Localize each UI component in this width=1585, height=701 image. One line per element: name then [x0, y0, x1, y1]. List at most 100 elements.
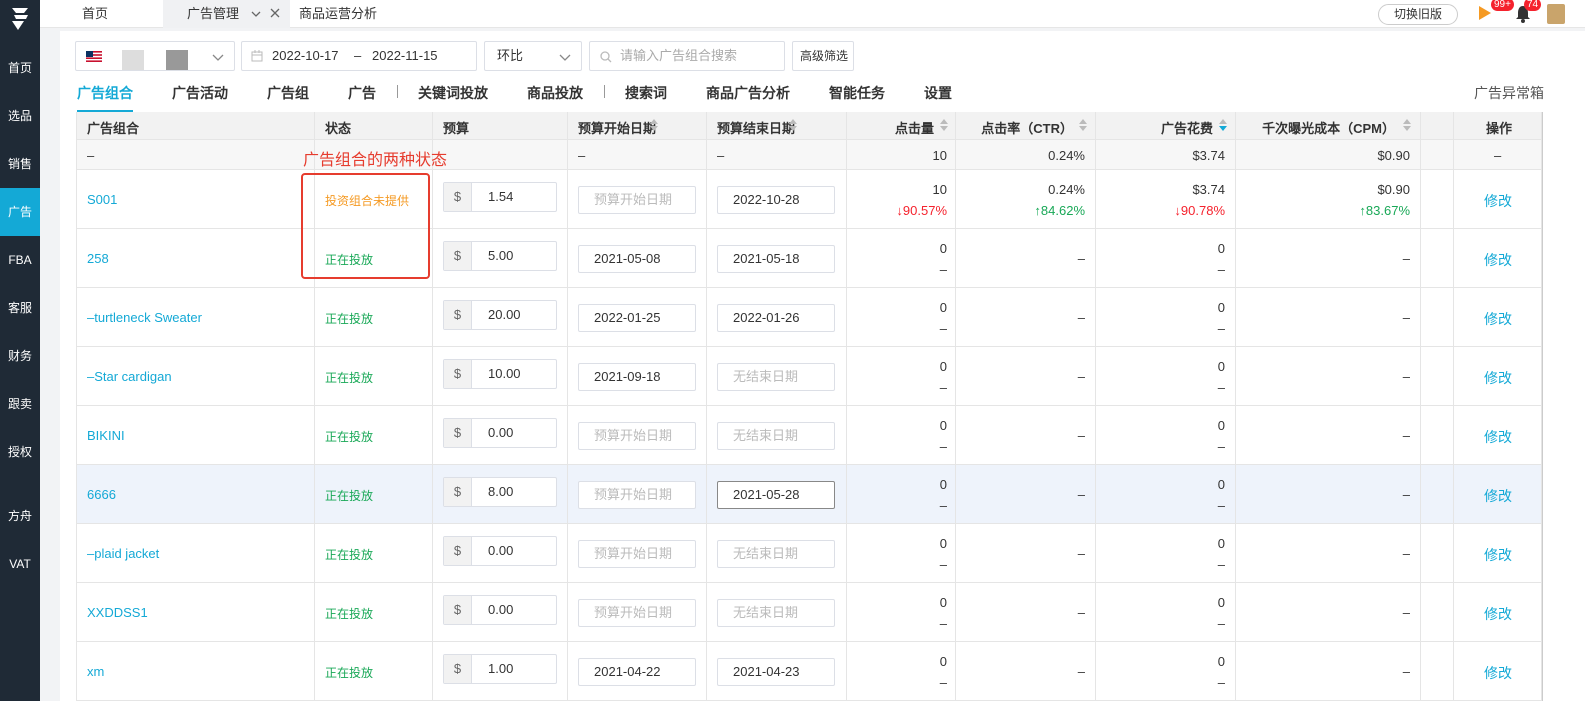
- budget-start-date-input[interactable]: 预算开始日期: [578, 481, 696, 509]
- currency-prefix: $: [444, 478, 472, 506]
- sidebar-item-ark[interactable]: 方舟: [0, 492, 40, 540]
- portfolio-name-link[interactable]: –plaid jacket: [87, 546, 159, 561]
- sort-ctr[interactable]: 点击率（CTR）: [956, 112, 1096, 139]
- budget-value: 8.00: [488, 484, 514, 499]
- budget-start-date-input[interactable]: 预算开始日期: [578, 540, 696, 568]
- portfolio-name-link[interactable]: xm: [87, 664, 104, 679]
- sidebar-item-customer-service[interactable]: 客服: [0, 284, 40, 332]
- budget-input[interactable]: $1.00: [443, 654, 557, 684]
- budget-input[interactable]: $0.00: [443, 595, 557, 625]
- clicks-compare: –: [939, 321, 947, 336]
- budget-input[interactable]: $20.00: [443, 300, 557, 330]
- subtab-ad-group[interactable]: 广告组: [267, 82, 309, 104]
- sidebar-item-hijack[interactable]: 跟卖: [0, 380, 40, 428]
- sort-cpm[interactable]: 千次曝光成本（CPM）: [1236, 112, 1421, 139]
- edit-button[interactable]: 修改: [1484, 663, 1512, 683]
- portfolio-name-link[interactable]: XXDDSS1: [87, 605, 148, 620]
- sort-end-date[interactable]: 预算结束日期: [707, 112, 847, 139]
- edit-button[interactable]: 修改: [1484, 368, 1512, 388]
- subtab-campaign[interactable]: 广告活动: [172, 82, 228, 104]
- sidebar-item-product-selection[interactable]: 选品: [0, 92, 40, 140]
- table-row: 258 正在投放 $5.00 2021-05-08 2021-05-18 0– –0– – 修改: [77, 229, 1542, 288]
- summary-end: –: [717, 148, 725, 163]
- date-range-picker[interactable]: 2022-10-17 – 2022-11-15: [241, 41, 477, 71]
- sort-start-date[interactable]: 预算开始日期: [568, 112, 707, 139]
- sidebar-item-vat[interactable]: VAT: [0, 540, 40, 588]
- sort-clicks[interactable]: 点击量: [847, 112, 956, 139]
- sidebar-item-finance[interactable]: 财务: [0, 332, 40, 380]
- portfolio-name-link[interactable]: BIKINI: [87, 428, 125, 443]
- edit-button[interactable]: 修改: [1484, 250, 1512, 270]
- divider: [397, 85, 398, 98]
- currency-prefix: $: [444, 360, 472, 388]
- budget-end-date-input[interactable]: 2021-05-28: [717, 481, 835, 509]
- clicks-value: 0: [939, 359, 947, 374]
- edit-button[interactable]: 修改: [1484, 191, 1512, 211]
- budget-start-date-input[interactable]: 2021-09-18: [578, 363, 696, 391]
- budget-input[interactable]: $10.00: [443, 359, 557, 389]
- edit-button[interactable]: 修改: [1484, 486, 1512, 506]
- sidebar-item-ads[interactable]: 广告: [0, 188, 40, 236]
- app-logo-icon[interactable]: [6, 4, 34, 32]
- subtab-ad[interactable]: 广告: [348, 82, 376, 104]
- close-icon[interactable]: [270, 8, 280, 18]
- portfolio-name-link[interactable]: –Star cardigan: [87, 369, 172, 384]
- budget-input[interactable]: $5.00: [443, 241, 557, 271]
- currency-prefix: $: [444, 301, 472, 329]
- cpm-value: –: [1402, 546, 1410, 561]
- subtab-portfolio[interactable]: 广告组合: [77, 82, 133, 104]
- budget-end-date-input[interactable]: 2022-01-26: [717, 304, 835, 332]
- table-row: XXDDSS1 正在投放 $0.00 预算开始日期 无结束日期 0 – – 0 – – 修改: [77, 583, 1542, 642]
- budget-end-date-input[interactable]: 2022-10-28: [717, 186, 835, 214]
- budget-start-date-input[interactable]: 2022-01-25: [578, 304, 696, 332]
- search-input[interactable]: 请输入广告组合搜索: [589, 41, 785, 71]
- sidebar-item-home[interactable]: 首页: [0, 44, 40, 92]
- portfolio-name-link[interactable]: 6666: [87, 487, 116, 502]
- sort-spend[interactable]: 广告花费: [1096, 112, 1236, 139]
- advanced-filter-button[interactable]: 高级筛选: [792, 41, 854, 71]
- budget-end-date-input[interactable]: 2021-04-23: [717, 658, 835, 686]
- budget-input[interactable]: $1.54: [443, 182, 557, 212]
- budget-end-date-input[interactable]: 无结束日期: [717, 363, 835, 391]
- tab-product-analysis[interactable]: 商品运营分析: [299, 0, 377, 28]
- portfolio-name-link[interactable]: 258: [87, 251, 109, 266]
- edit-button[interactable]: 修改: [1484, 309, 1512, 329]
- subtab-keyword-targeting[interactable]: 关键词投放: [418, 82, 488, 104]
- edit-button[interactable]: 修改: [1484, 604, 1512, 624]
- budget-start-date-input[interactable]: 2021-05-08: [578, 245, 696, 273]
- sidebar-item-fba[interactable]: FBA: [0, 236, 40, 284]
- budget-end-date-input[interactable]: 无结束日期: [717, 540, 835, 568]
- compare-select[interactable]: 环比: [484, 41, 582, 71]
- portfolio-name-link[interactable]: S001: [87, 192, 117, 207]
- switch-old-version-button[interactable]: 切换旧版: [1378, 4, 1458, 25]
- marketplace-select[interactable]: [75, 41, 235, 71]
- budget-end-date-input[interactable]: 2021-05-18: [717, 245, 835, 273]
- subtab-smart-tasks[interactable]: 智能任务: [829, 82, 885, 104]
- portfolio-name-link[interactable]: –turtleneck Sweater: [87, 310, 202, 325]
- sidebar-item-authorization[interactable]: 授权: [0, 428, 40, 476]
- budget-start-date-input[interactable]: 预算开始日期: [578, 186, 696, 214]
- sort-desc-icon: [940, 126, 948, 131]
- edit-button[interactable]: 修改: [1484, 427, 1512, 447]
- budget-end-date-input[interactable]: 无结束日期: [717, 422, 835, 450]
- budget-start-date-input[interactable]: 预算开始日期: [578, 422, 696, 450]
- subtab-search-terms[interactable]: 搜索词: [625, 82, 667, 104]
- subtab-product-ad-analysis[interactable]: 商品广告分析: [706, 82, 790, 104]
- date-start: 2022-10-17: [272, 48, 339, 63]
- chevron-down-icon[interactable]: [251, 9, 261, 19]
- budget-start-date-input[interactable]: 预算开始日期: [578, 599, 696, 627]
- edit-button[interactable]: 修改: [1484, 545, 1512, 565]
- subtab-product-targeting[interactable]: 商品投放: [527, 82, 583, 104]
- sidebar-item-sales[interactable]: 销售: [0, 140, 40, 188]
- budget-input[interactable]: $8.00: [443, 477, 557, 507]
- budget-input[interactable]: $0.00: [443, 536, 557, 566]
- budget-start-date-input[interactable]: 2021-04-22: [578, 658, 696, 686]
- ad-anomaly-box-link[interactable]: 广告异常箱: [1474, 82, 1544, 104]
- tab-home[interactable]: 首页: [82, 0, 108, 28]
- budget-input[interactable]: $0.00: [443, 418, 557, 448]
- budget-end-date-input[interactable]: 无结束日期: [717, 599, 835, 627]
- subtab-settings[interactable]: 设置: [924, 82, 952, 104]
- main-panel: 2022-10-17 – 2022-11-15 环比 请输入广告组合搜索 高级筛…: [60, 31, 1585, 701]
- avatar[interactable]: [1547, 4, 1565, 24]
- cpm-value: $0.90: [1377, 182, 1410, 197]
